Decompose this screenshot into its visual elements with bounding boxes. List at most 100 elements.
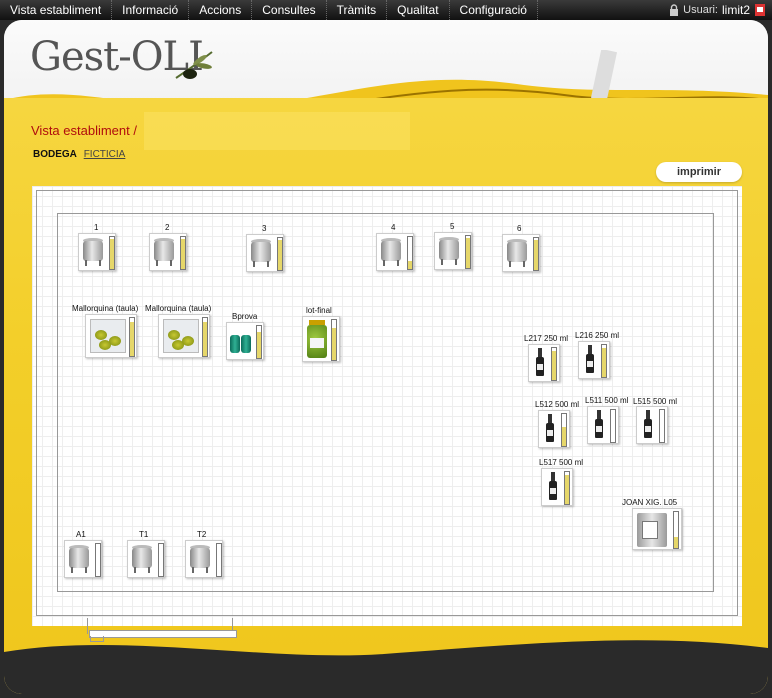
tank-icon — [131, 545, 153, 573]
bottle-box[interactable] — [587, 406, 619, 444]
olive-container-item[interactable]: Mallorquina (taula) — [145, 304, 215, 360]
tank-label: T1 — [139, 530, 149, 539]
bottle-item[interactable]: L216 250 ml — [575, 331, 621, 381]
menu-qualitat[interactable]: Qualitat — [387, 0, 450, 20]
olive-container-label: Mallorquina (taula) — [72, 304, 139, 313]
menu-informacio[interactable]: Informació — [112, 0, 190, 20]
level-gauge — [202, 317, 208, 357]
tank-icon — [153, 238, 175, 266]
breadcrumb: Vista establiment / — [31, 123, 137, 138]
tank-icon — [250, 239, 272, 267]
tin-icon — [637, 513, 667, 547]
tank-box[interactable] — [502, 234, 540, 272]
menu-tramits[interactable]: Tràmits — [327, 0, 388, 20]
level-gauge — [256, 325, 262, 359]
tank-box[interactable] — [127, 540, 165, 578]
level-gauge — [331, 319, 337, 361]
level-gauge — [465, 235, 471, 269]
menu-consultes[interactable]: Consultes — [252, 0, 327, 20]
tank-box[interactable] — [434, 232, 472, 270]
breadcrumb-extra-area — [144, 112, 410, 150]
tank-item[interactable]: 6 — [502, 224, 544, 274]
tank-label: 3 — [262, 224, 267, 233]
bottle-icon — [536, 348, 544, 376]
bottle-box[interactable] — [528, 344, 560, 382]
tank-item[interactable]: 4 — [376, 223, 418, 273]
olive-container-item[interactable]: Mallorquina (taula) — [72, 304, 142, 360]
level-gauge — [561, 413, 567, 447]
top-navigation: Vista establiment Informació Accions Con… — [0, 0, 772, 20]
barrel-label: Bprova — [232, 312, 258, 321]
tank-item[interactable]: 1 — [78, 223, 120, 273]
level-gauge — [216, 543, 222, 577]
menu-accions[interactable]: Accions — [189, 0, 253, 20]
tank-box[interactable] — [64, 540, 102, 578]
tank-box[interactable] — [149, 233, 187, 271]
bottle-box[interactable] — [578, 341, 610, 379]
bottle-box[interactable] — [636, 406, 668, 444]
level-gauge — [564, 471, 570, 505]
olives-icon — [90, 319, 126, 353]
bottle-box[interactable] — [538, 410, 570, 448]
bottle-item[interactable]: L511 500 ml — [585, 396, 631, 446]
bottle-item[interactable]: L217 250 ml — [524, 334, 570, 384]
bottle-item[interactable]: L515 500 ml — [633, 397, 679, 447]
menu-configuracio[interactable]: Configuració — [450, 0, 538, 20]
menu-vista-establiment[interactable]: Vista establiment — [0, 0, 113, 20]
tank-item[interactable]: 5 — [434, 222, 476, 272]
page-frame: Gest-OLI Vista establiment / BODEGA FICT… — [4, 20, 768, 694]
bottle-label: L515 500 ml — [633, 397, 678, 406]
level-gauge — [533, 237, 539, 271]
level-gauge — [95, 543, 101, 577]
level-gauge — [180, 236, 186, 270]
tank-item[interactable]: A1 — [64, 530, 106, 580]
bottle-item[interactable]: L512 500 ml — [535, 400, 581, 450]
tank-label: 4 — [391, 223, 396, 232]
olive-branch-icon — [175, 51, 213, 79]
level-gauge — [277, 237, 283, 271]
tank-item[interactable]: T1 — [127, 530, 169, 580]
tin-box[interactable] — [632, 508, 682, 550]
jar-item[interactable]: lot-final — [302, 306, 344, 364]
level-gauge — [673, 511, 679, 549]
level-gauge — [109, 236, 115, 270]
bottle-box[interactable] — [541, 468, 573, 506]
bottle-label: L216 250 ml — [575, 331, 620, 340]
bodega-link[interactable]: FICTICIA — [84, 149, 126, 160]
level-gauge — [659, 409, 665, 443]
olive-container-box[interactable] — [85, 314, 137, 358]
tank-label: 6 — [517, 224, 522, 233]
barrel-item[interactable]: Bprova — [226, 312, 266, 362]
level-gauge — [158, 543, 164, 577]
bodega-label: BODEGA — [33, 149, 77, 160]
level-gauge — [407, 236, 413, 270]
user-flag-icon[interactable] — [754, 3, 766, 17]
tank-item[interactable]: 2 — [149, 223, 191, 273]
bottle-label: L511 500 ml — [585, 396, 629, 405]
level-gauge — [610, 409, 616, 443]
bottom-wave-decoration — [4, 640, 768, 694]
user-name[interactable]: limit2 — [722, 3, 750, 17]
jar-box[interactable] — [302, 316, 340, 362]
tin-label: JOAN XIG. L05 — [622, 498, 678, 507]
bottle-icon — [549, 472, 557, 500]
olive-container-box[interactable] — [158, 314, 210, 358]
bottle-item[interactable]: L517 500 ml — [539, 458, 585, 508]
bottle-label: L217 250 ml — [524, 334, 569, 343]
level-gauge — [551, 347, 557, 381]
tank-item[interactable]: T2 — [185, 530, 227, 580]
tank-box[interactable] — [78, 233, 116, 271]
tank-icon — [82, 238, 104, 266]
tank-item[interactable]: 3 — [246, 224, 288, 274]
barrel-box[interactable] — [226, 322, 264, 360]
tank-icon — [438, 237, 460, 265]
tank-box[interactable] — [246, 234, 284, 272]
tank-label: A1 — [76, 530, 86, 539]
tin-item[interactable]: JOAN XIG. L05 — [622, 498, 688, 554]
print-button[interactable]: imprimir — [656, 162, 742, 182]
level-gauge — [601, 344, 607, 378]
tank-box[interactable] — [185, 540, 223, 578]
tank-box[interactable] — [376, 233, 414, 271]
bottle-icon — [546, 414, 554, 442]
jar-label: lot-final — [306, 306, 332, 315]
